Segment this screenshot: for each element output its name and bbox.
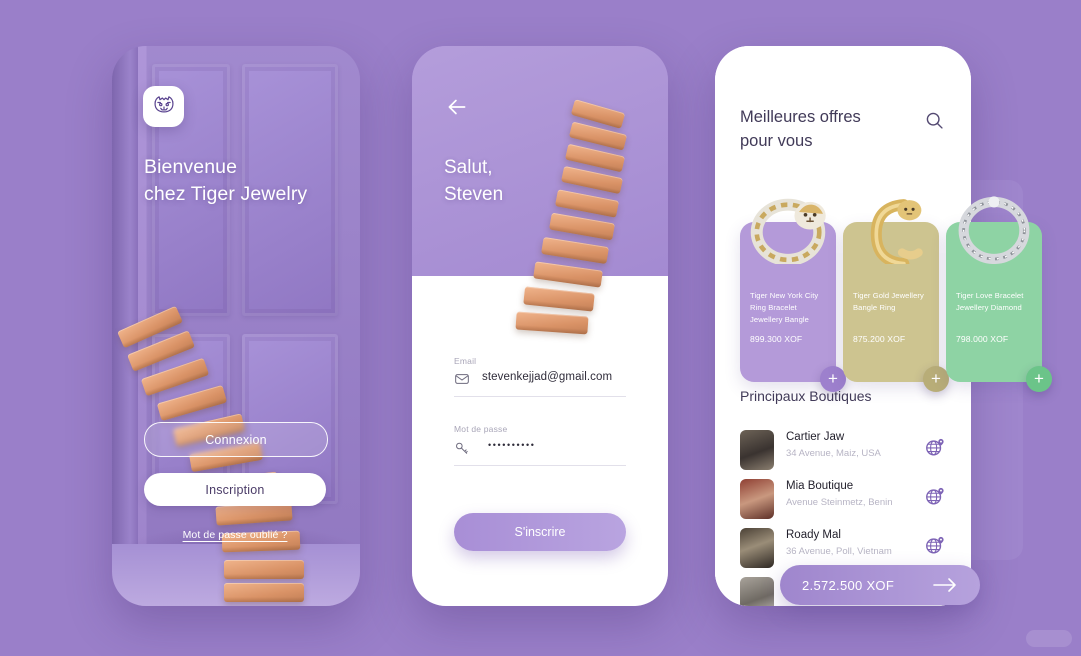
app-logo-badge [143,86,184,127]
boutique-thumbnail [740,577,774,606]
password-field-underline [454,465,626,466]
submit-signup-button[interactable]: S'inscrire [454,513,626,551]
product-name-line: Tiger Gold Jewellery [853,291,924,300]
globe-pin-icon[interactable] [924,436,946,458]
product-price: 899.300 XOF [750,334,803,344]
key-icon [456,442,468,454]
email-field-label: Email [454,356,477,366]
boutique-name: Roady Mal [786,529,841,541]
product-image-gold-bangle [870,199,923,264]
greeting-heading: Salut, Steven [444,154,503,208]
product-price: 798.000 XOF [956,334,1009,344]
product-card[interactable]: Tiger New York City Ring Bracelet Jewell… [740,198,846,392]
globe-pin-icon[interactable] [924,485,946,507]
add-to-cart-plus-icon[interactable]: + [923,366,949,392]
product-name-line: Tiger Love Bracelet [956,291,1024,300]
watermark-badge [1026,630,1072,647]
boutique-thumbnail [740,430,774,470]
email-input[interactable]: stevenkejjad@gmail.com [482,371,612,383]
offers-title-line-1: Meilleures offres [740,108,861,126]
globe-pin-icon[interactable] [924,534,946,556]
password-input[interactable]: •••••••••• [488,440,536,450]
arrow-right-icon[interactable] [932,577,958,593]
forgot-password-link[interactable]: Mot de passe oublié ? [144,529,326,541]
add-to-cart-plus-icon[interactable]: + [1026,366,1052,392]
product-card[interactable]: Tiger Gold Jewellery Bangle Ring 875.200… [843,199,949,392]
offers-title-line-2: pour vous [740,132,813,150]
product-name-line: Ring Bracelet [750,303,797,312]
product-price: 875.200 XOF [853,334,906,344]
product-card[interactable]: Tiger Love Bracelet Jewellery Diamond 79… [946,196,1052,392]
product-name: Tiger Love Bracelet Jewellery Diamond [956,290,1034,314]
phone-screen-offers: Meilleures offres pour vous Tiger New Yo… [715,46,1052,606]
welcome-line-1: Bienvenue [144,156,238,178]
boutique-name: Cartier Jaw [786,431,845,443]
boutique-name: Mia Boutique [786,480,854,492]
total-price-value: 2.572.500 XOF [802,577,895,593]
welcome-heading: Bienvenue chez Tiger Jewelry [144,154,344,208]
total-price-bar[interactable]: 2.572.500 XOF [780,565,980,605]
product-name-line: Bangle Ring [853,303,896,312]
boutique-thumbnail [740,479,774,519]
boutique-thumbnail [740,528,774,568]
product-name: Tiger New York City Ring Bracelet Jewell… [750,290,828,326]
product-name-line: Jewellery Diamond [956,303,1022,312]
password-field-label: Mot de passe [454,424,508,434]
product-name-line: Jewellery Bangle [750,315,810,324]
login-button[interactable]: Connexion [144,422,328,457]
boutique-address: 36 Avenue, Poll, Vietnam [786,546,892,557]
greeting-line-1: Salut, [444,157,493,178]
boutiques-section-title: Principaux Boutiques [740,388,872,404]
search-icon[interactable] [924,110,945,131]
welcome-line-2: chez Tiger Jewelry [144,183,308,205]
boutique-address: 34 Avenue, Maiz, USA [786,448,881,459]
list-item[interactable]: Mia Boutique Avenue Steinmetz, Benin [740,479,946,523]
boutique-address: Avenue Steinmetz, Benin [786,497,893,508]
product-name: Tiger Gold Jewellery Bangle Ring [853,290,931,314]
back-arrow-icon[interactable] [444,94,470,120]
greeting-line-2: Steven [444,184,504,205]
signup-button[interactable]: Inscription [144,473,326,506]
email-field-underline [454,396,626,397]
phone-screen-login: Bienvenue chez Tiger Jewelry Connexion I… [112,46,360,606]
screenshot-canvas: Bienvenue chez Tiger Jewelry Connexion I… [0,0,1081,656]
envelope-icon [455,374,469,384]
list-item[interactable]: Cartier Jaw 34 Avenue, Maiz, USA [740,430,946,474]
product-name-line: Tiger New York City [750,291,819,300]
product-image-tiger-ring [750,198,826,264]
phone-screen-signup: Salut, Steven Email stevenkejjad@gmail.c… [412,46,668,606]
tiger-head-logo-icon [153,95,174,112]
offers-heading: Meilleures offres pour vous [740,105,905,153]
product-image-diamond-bracelet [958,196,1030,264]
